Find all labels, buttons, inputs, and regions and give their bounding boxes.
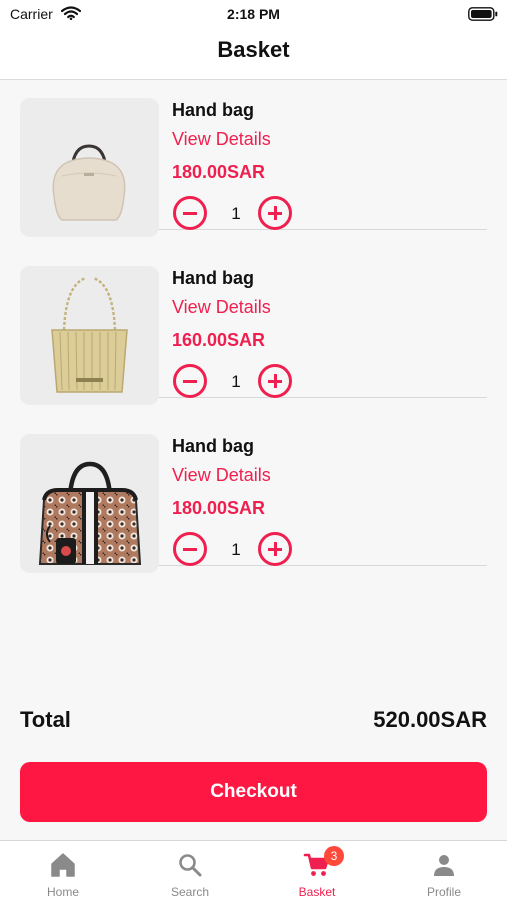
decrease-quantity-button[interactable]: [173, 196, 207, 230]
basket-item: Hand bag View Details 180.00SAR 1: [20, 80, 487, 237]
view-details-link[interactable]: View Details: [172, 129, 271, 150]
person-icon: [430, 851, 458, 879]
basket-count-badge: 3: [324, 846, 344, 866]
product-name: Hand bag: [172, 268, 255, 288]
tab-search[interactable]: Search: [127, 841, 253, 900]
status-time: 2:18 PM: [227, 6, 280, 22]
top-bar: Carrier 2:18 PM Basket: [0, 0, 507, 80]
status-bar: Carrier 2:18 PM: [0, 0, 507, 28]
quantity-value: 1: [231, 204, 241, 223]
quantity-stepper: 1: [173, 532, 293, 568]
product-image-gold-pleated-tote[interactable]: [20, 266, 159, 405]
product-price: 180.00SAR: [172, 162, 266, 182]
tab-bar: Home Search 3 Basket Profile: [0, 840, 507, 900]
total-label: Total: [20, 707, 71, 732]
quantity-stepper: 1: [173, 196, 293, 232]
increase-quantity-button[interactable]: [258, 532, 292, 566]
total-value: 520.00SAR: [373, 707, 487, 732]
page-title: Basket: [217, 37, 290, 62]
increase-quantity-button[interactable]: [258, 196, 292, 230]
checkout-button[interactable]: Checkout: [20, 762, 487, 822]
tab-home[interactable]: Home: [0, 841, 126, 900]
product-image-patterned-black-handbag[interactable]: [20, 434, 159, 573]
product-price: 180.00SAR: [172, 498, 266, 518]
minus-icon: [183, 211, 197, 215]
basket-item: Hand bag View Details 160.00SAR 1: [20, 248, 487, 405]
minus-icon: [183, 547, 197, 551]
tab-profile[interactable]: Profile: [381, 841, 507, 900]
home-icon: [49, 851, 77, 879]
quantity-stepper: 1: [173, 364, 293, 400]
tab-label-search: Search: [170, 885, 210, 899]
quantity-value: 1: [231, 372, 241, 391]
decrease-quantity-button[interactable]: [173, 364, 207, 398]
product-name: Hand bag: [172, 436, 255, 456]
quantity-value: 1: [231, 540, 241, 559]
battery-icon: [468, 7, 498, 26]
search-icon: [176, 851, 204, 879]
tab-label-profile: Profile: [426, 885, 461, 899]
product-image-beige-handbag[interactable]: [20, 98, 159, 237]
tab-basket[interactable]: 3 Basket: [254, 841, 380, 900]
increase-quantity-button[interactable]: [258, 364, 292, 398]
decrease-quantity-button[interactable]: [173, 532, 207, 566]
basket-item: Hand bag View Details 180.00SAR 1: [20, 416, 487, 573]
basket-screen: Carrier 2:18 PM Basket Hand bag View Det…: [0, 0, 507, 900]
product-name: Hand bag: [172, 100, 255, 120]
product-price: 160.00SAR: [172, 330, 266, 350]
view-details-link[interactable]: View Details: [172, 465, 271, 486]
minus-icon: [183, 379, 197, 383]
tab-label-basket: Basket: [298, 885, 336, 899]
tab-label-home: Home: [46, 885, 79, 899]
view-details-link[interactable]: View Details: [172, 297, 271, 318]
